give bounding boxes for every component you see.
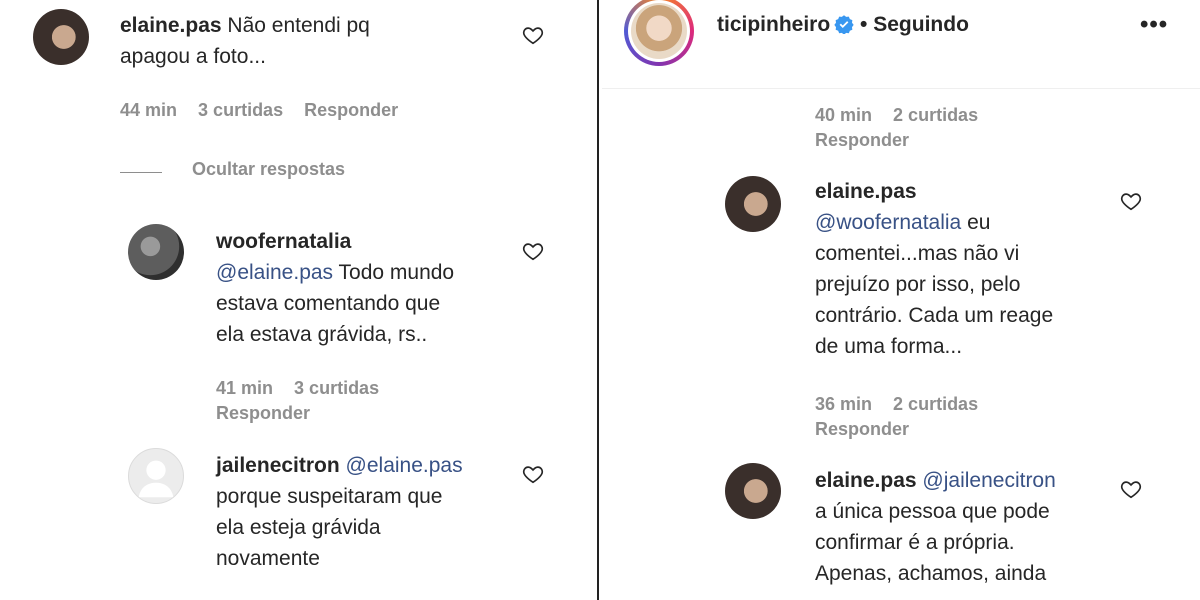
comment-time: 44 min (120, 100, 178, 120)
reply-text-line: ela esteja grávida (216, 516, 381, 539)
reply-meta-top: 40 min 2 curtidas Responder (815, 103, 1075, 153)
reply-text-line: estava comentando que (216, 292, 441, 315)
like-heart-icon[interactable] (522, 240, 544, 262)
reply-time: 41 min (216, 378, 274, 398)
reply-text-line: a única pessoa que pode (815, 500, 1050, 523)
reply-meta: 36 min 2 curtidas Responder (815, 392, 1075, 442)
right-comments-panel: ticipinheiro • Seguindo ••• 40 min 2 cur… (602, 0, 1200, 600)
reply-text-line: novamente (216, 547, 320, 570)
like-heart-icon[interactable] (1120, 190, 1142, 212)
reply-likes[interactable]: 2 curtidas (893, 105, 978, 125)
reply-button[interactable]: Responder (815, 419, 909, 439)
hide-replies-divider (120, 172, 162, 173)
following-button[interactable]: Seguindo (873, 13, 969, 36)
reply-text-line: de uma forma... (815, 335, 963, 358)
header-user-line: ticipinheiro • Seguindo (717, 10, 969, 40)
reply-text-line: porque suspeitaram que (216, 485, 443, 508)
reply-text-line: comentei...mas não vi (815, 242, 1020, 265)
mention-link[interactable]: @jailenecitron (922, 469, 1055, 492)
reply-text-line: eu (967, 211, 991, 234)
reply-text-line: prejuízo por isso, pelo (815, 273, 1021, 296)
verified-badge-icon (834, 13, 854, 35)
reply-jailenecitron: jailenecitron @elaine.pas porque suspeit… (216, 450, 516, 574)
mention-link[interactable]: @elaine.pas (216, 261, 333, 284)
reply-username[interactable]: woofernatalia (216, 230, 351, 253)
reply-button[interactable]: Responder (304, 100, 398, 120)
hide-replies-button[interactable]: Ocultar respostas (192, 157, 345, 182)
header-username[interactable]: ticipinheiro (717, 13, 830, 36)
reply-text-line: contrário. Cada um reage (815, 304, 1054, 327)
reply-username[interactable]: elaine.pas (815, 180, 917, 203)
reply-elaine-pas-1: elaine.pas @woofernatalia eu comentei...… (815, 176, 1115, 362)
like-heart-icon[interactable] (1120, 478, 1142, 500)
default-avatar-icon (138, 460, 174, 498)
comment-elaine-pas: elaine.pas Não entendi pq apagou a foto.… (120, 10, 500, 72)
like-heart-icon[interactable] (522, 24, 544, 46)
reply-elaine-pas-2: elaine.pas @jailenecitron a única pessoa… (815, 465, 1115, 589)
reply-likes[interactable]: 3 curtidas (294, 378, 379, 398)
avatar-frame (628, 0, 690, 62)
more-options-icon[interactable]: ••• (1140, 10, 1168, 40)
reply-button[interactable]: Responder (815, 130, 909, 150)
reply-text-line: Apenas, achamos, ainda (815, 562, 1047, 585)
reply-time: 36 min (815, 394, 873, 414)
reply-text-line: confirmar é a própria. (815, 531, 1015, 554)
reply-button[interactable]: Responder (216, 403, 310, 423)
panel-divider (594, 0, 602, 600)
post-header: ticipinheiro • Seguindo ••• (602, 0, 1200, 89)
avatar-jailenecitron[interactable] (128, 448, 184, 504)
reply-text-line: ela estava grávida, rs.. (216, 323, 428, 346)
comment-text-line: Não entendi pq (227, 14, 370, 37)
avatar-elaine-pas[interactable] (725, 176, 781, 232)
comment-text-line: apagou a foto... (120, 45, 266, 68)
reply-likes[interactable]: 2 curtidas (893, 394, 978, 414)
left-comments-panel: elaine.pas Não entendi pq apagou a foto.… (0, 0, 594, 600)
comment-likes[interactable]: 3 curtidas (198, 100, 283, 120)
story-ring-avatar[interactable] (624, 0, 694, 66)
reply-username[interactable]: jailenecitron (216, 454, 340, 477)
reply-time: 40 min (815, 105, 873, 125)
comment-username[interactable]: elaine.pas (120, 14, 222, 37)
avatar-elaine-pas[interactable] (725, 463, 781, 519)
avatar-ticipinheiro (631, 3, 687, 59)
like-heart-icon[interactable] (522, 463, 544, 485)
avatar-elaine-pas[interactable] (33, 9, 89, 65)
mention-link[interactable]: @woofernatalia (815, 211, 961, 234)
reply-meta: 41 min 3 curtidas Responder (216, 376, 476, 426)
reply-username[interactable]: elaine.pas (815, 469, 917, 492)
header-separator: • (860, 13, 868, 36)
comment-meta: 44 min 3 curtidas Responder (120, 98, 414, 123)
mention-link[interactable]: @elaine.pas (346, 454, 463, 477)
reply-text-line: Todo mundo (338, 261, 455, 284)
reply-woofernatalia: woofernatalia @elaine.pas Todo mundo est… (216, 226, 516, 350)
avatar-woofernatalia[interactable] (128, 224, 184, 280)
